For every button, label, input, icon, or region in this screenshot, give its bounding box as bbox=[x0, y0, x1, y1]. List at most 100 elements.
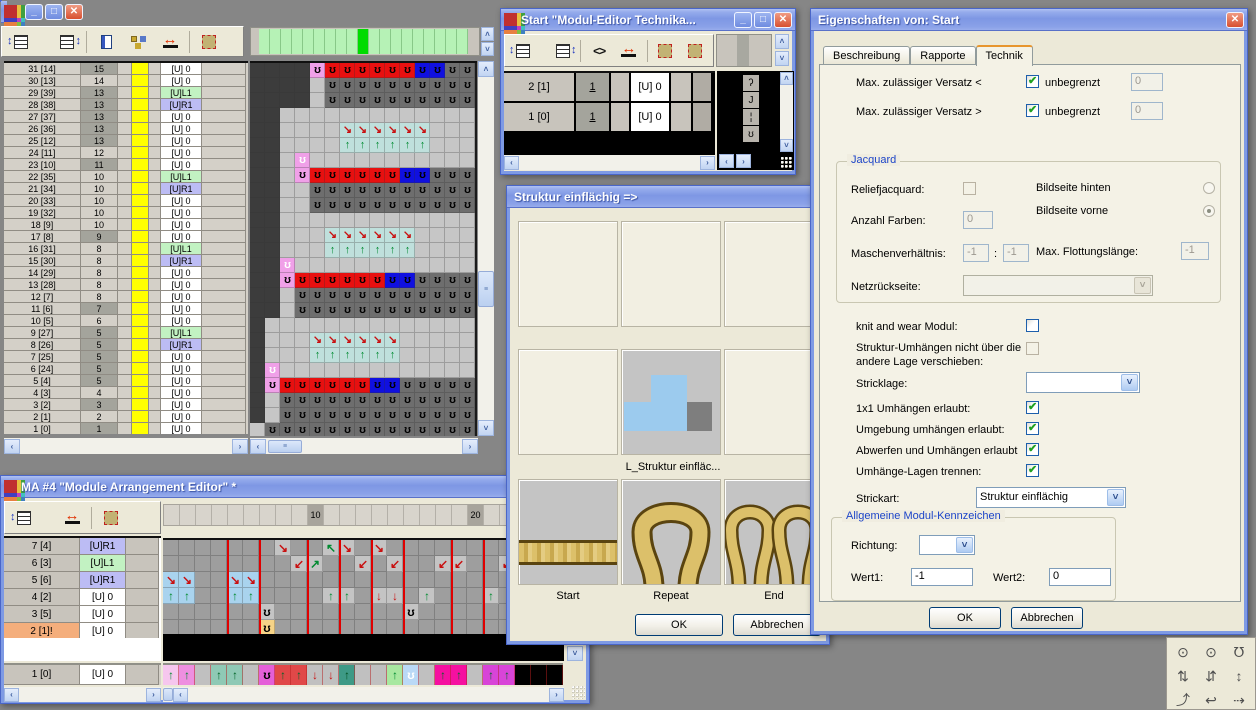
grid-cell[interactable] bbox=[415, 333, 430, 348]
module-arrangement-icon[interactable] bbox=[125, 31, 151, 53]
grid-cell[interactable] bbox=[483, 556, 499, 572]
grid-cell[interactable] bbox=[430, 258, 445, 273]
grid-cell[interactable]: ʊ bbox=[415, 303, 430, 318]
table-row[interactable]: 24 [11]12[U] 0 bbox=[4, 147, 248, 159]
module-strip-cell[interactable] bbox=[243, 665, 259, 685]
grid-cell[interactable] bbox=[325, 108, 340, 123]
grid-cell[interactable] bbox=[265, 123, 280, 138]
grid-cell[interactable] bbox=[467, 540, 483, 556]
grid-cell[interactable]: ʊ bbox=[310, 198, 325, 213]
grid-cell[interactable] bbox=[430, 108, 445, 123]
grid-cell[interactable] bbox=[415, 318, 430, 333]
module-strip-cell[interactable]: ↑ bbox=[163, 665, 179, 685]
module-strip-cell[interactable] bbox=[419, 665, 435, 685]
grid-cell[interactable] bbox=[280, 303, 295, 318]
grid-cell[interactable] bbox=[295, 363, 310, 378]
netzrueckseite-combo[interactable]: ˅ bbox=[963, 275, 1153, 296]
maximize-button[interactable]: □ bbox=[45, 4, 63, 20]
module-strip-cell[interactable]: ↑ bbox=[179, 665, 195, 685]
grid-cell[interactable] bbox=[265, 213, 280, 228]
grid-cell[interactable] bbox=[415, 228, 430, 243]
grid-cell[interactable]: ʊ bbox=[355, 273, 370, 288]
grid-cell[interactable]: ʊ bbox=[295, 303, 310, 318]
grid-cell[interactable] bbox=[195, 588, 211, 604]
table-scroll-left[interactable]: ‹ bbox=[4, 439, 20, 454]
ma-table-scroll-left[interactable]: ‹ bbox=[4, 688, 19, 702]
grid-cell[interactable] bbox=[323, 620, 339, 634]
grid-cell[interactable] bbox=[467, 556, 483, 572]
grid-cell[interactable] bbox=[295, 258, 310, 273]
grid-cell[interactable]: ʊ bbox=[445, 93, 460, 108]
insert-columns-icon[interactable] bbox=[54, 31, 80, 53]
grid-cell[interactable] bbox=[340, 213, 355, 228]
grid-cell[interactable] bbox=[265, 63, 280, 78]
abwerfen-checkbox[interactable] bbox=[1026, 443, 1039, 456]
grid-cell[interactable] bbox=[310, 318, 325, 333]
insert-rows-icon[interactable] bbox=[8, 31, 34, 53]
table-row[interactable]: 1 [0][U] 0 bbox=[4, 665, 161, 685]
grid-cell[interactable] bbox=[250, 393, 265, 408]
grid-cell[interactable]: ʊ bbox=[460, 393, 475, 408]
grid-cell[interactable]: ʊ bbox=[415, 273, 430, 288]
table-row[interactable]: 2 [1]1[U] 0 bbox=[504, 73, 715, 103]
grid-cell[interactable] bbox=[467, 604, 483, 620]
module-strip-cell[interactable]: ↑ bbox=[499, 665, 515, 685]
module-slot-empty[interactable] bbox=[724, 349, 824, 455]
grid-cell[interactable]: ↘ bbox=[355, 123, 370, 138]
grid-cell[interactable]: ʊ bbox=[340, 303, 355, 318]
resize-grip[interactable] bbox=[572, 686, 585, 699]
grid-cell[interactable]: ʊ bbox=[370, 288, 385, 303]
grid-cell[interactable] bbox=[259, 588, 275, 604]
module-strip-cell[interactable]: ↑ bbox=[387, 665, 403, 685]
module-strip-cell[interactable] bbox=[515, 665, 531, 685]
grid-cell[interactable]: ʊ bbox=[430, 168, 445, 183]
grid-cell[interactable] bbox=[310, 138, 325, 153]
grid-cell[interactable] bbox=[340, 318, 355, 333]
grid-cell[interactable] bbox=[430, 228, 445, 243]
module-slot-empty[interactable] bbox=[724, 221, 824, 327]
grid-cell[interactable] bbox=[323, 572, 339, 588]
grid-cell[interactable]: ʊ bbox=[385, 183, 400, 198]
grid-cell[interactable] bbox=[295, 243, 310, 258]
grid-cell[interactable]: ʊ bbox=[400, 93, 415, 108]
grid-cell[interactable] bbox=[295, 183, 310, 198]
grid-cell[interactable]: ↘ bbox=[385, 123, 400, 138]
grid-cell[interactable] bbox=[265, 348, 280, 363]
table-row[interactable]: 11 [6]7[U] 0 bbox=[4, 303, 248, 315]
grid-cell[interactable] bbox=[163, 540, 179, 556]
grid-cell[interactable] bbox=[419, 604, 435, 620]
table-scroll-right[interactable]: › bbox=[232, 439, 248, 454]
grid-cell[interactable]: ʊ bbox=[430, 183, 445, 198]
grid-cell[interactable] bbox=[250, 213, 265, 228]
grid-cell[interactable]: ʊ bbox=[340, 78, 355, 93]
grid-cell[interactable] bbox=[460, 333, 475, 348]
grid-cell[interactable]: ʊ bbox=[325, 273, 340, 288]
grid-cell[interactable] bbox=[163, 604, 179, 620]
grid-cell[interactable] bbox=[451, 604, 467, 620]
grid-cell[interactable]: ʊ bbox=[445, 408, 460, 423]
grid-cell[interactable] bbox=[250, 273, 265, 288]
grid-cell[interactable] bbox=[371, 604, 387, 620]
grid-hscroll-thumb[interactable]: ≡ bbox=[268, 440, 302, 453]
grid-cell[interactable] bbox=[265, 153, 280, 168]
grid-cell[interactable]: ↑ bbox=[385, 243, 400, 258]
grid-cell[interactable] bbox=[179, 620, 195, 634]
carriage-back-icon[interactable]: ↩ bbox=[1199, 689, 1223, 710]
grid-cell[interactable]: ↘ bbox=[310, 333, 325, 348]
grid-cell[interactable] bbox=[295, 78, 310, 93]
table-row[interactable]: 2 [1]2[U] 0 bbox=[4, 411, 248, 423]
symbol-tile[interactable]: ¦ bbox=[743, 109, 759, 125]
grid-cell[interactable]: ʊ bbox=[400, 408, 415, 423]
grid-cell[interactable]: ʊ bbox=[295, 153, 310, 168]
grid-cell[interactable]: ↑ bbox=[325, 348, 340, 363]
grid-cell[interactable] bbox=[280, 228, 295, 243]
grid-cell[interactable] bbox=[307, 588, 323, 604]
grid-cell[interactable]: ʊ bbox=[400, 63, 415, 78]
grid-cell[interactable]: ↘ bbox=[370, 333, 385, 348]
grid-cell[interactable]: ↘ bbox=[340, 228, 355, 243]
table-row[interactable]: 7 [4][U]R1 bbox=[4, 538, 161, 555]
grid-cell[interactable] bbox=[415, 363, 430, 378]
module-strip-cell[interactable]: ↑ bbox=[435, 665, 451, 685]
grid-cell[interactable] bbox=[400, 108, 415, 123]
table-row[interactable]: 29 [39]13[U]L1 bbox=[4, 87, 248, 99]
